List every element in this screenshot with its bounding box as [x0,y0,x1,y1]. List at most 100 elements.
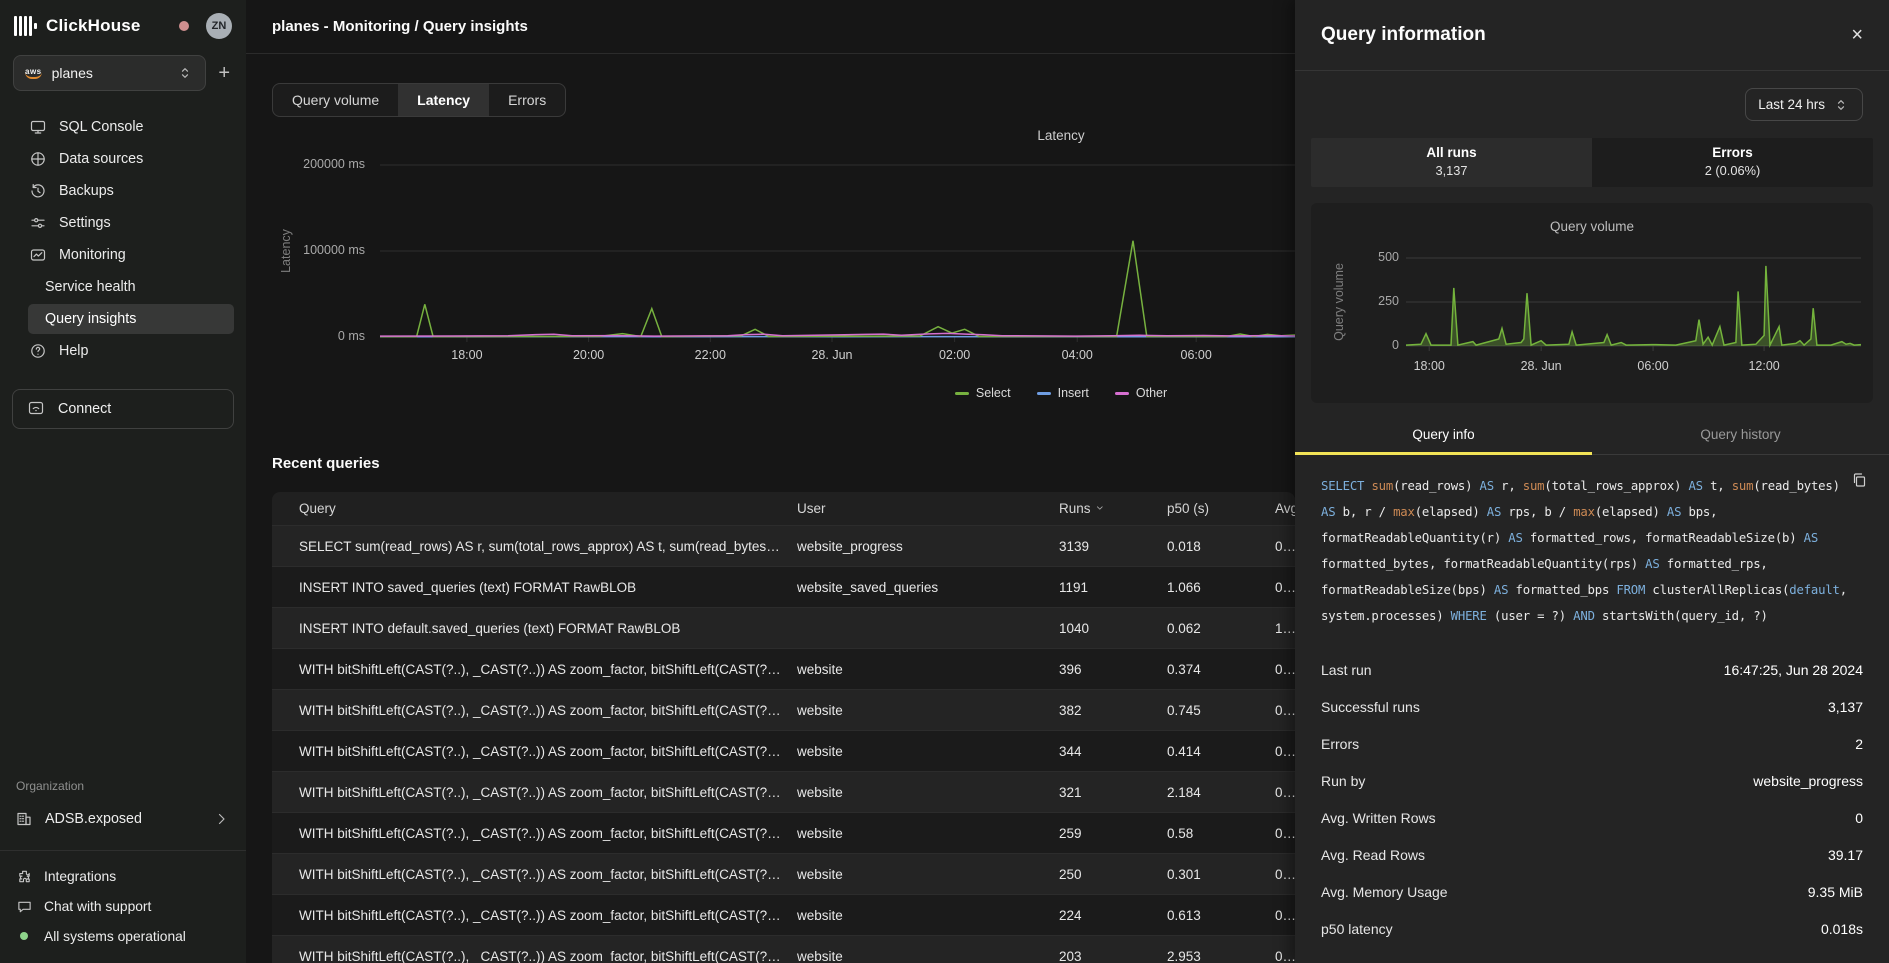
y-axis-label: Latency [279,229,293,273]
legend-item-other[interactable]: Other [1115,386,1167,400]
sidebar-item-query-insights[interactable]: Query insights [28,304,234,334]
summary-tab-all-runs[interactable]: All runs3,137 [1311,138,1592,187]
tab-latency[interactable]: Latency [398,84,489,116]
console-icon [30,119,47,136]
legend-item-select[interactable]: Select [955,386,1011,400]
cell-p50: 0.613 [1167,908,1275,923]
cell-p50: 2.184 [1167,785,1275,800]
cell-runs: 224 [1059,908,1167,923]
sidebar-item-label: Data sources [59,151,143,167]
avatar[interactable]: ZN [206,13,232,39]
y-tick-label: 0 ms [338,329,365,343]
cell-query: SELECT sum(read_rows) AS r, sum(total_ro… [299,539,797,554]
cell-runs: 203 [1059,949,1167,963]
column-header-runs[interactable]: Runs [1059,501,1167,516]
connect-button[interactable]: Connect [12,389,234,429]
table-row[interactable]: INSERT INTO default.saved_queries (text)… [272,607,1295,648]
table-row[interactable]: WITH bitShiftLeft(CAST(?..), _CAST(?..))… [272,853,1295,894]
x-tick-label: 06:00 [1156,348,1236,362]
column-header-label: Avg. [1275,501,1295,516]
table-row[interactable]: WITH bitShiftLeft(CAST(?..), _CAST(?..))… [272,648,1295,689]
cell-p50: 0.018 [1167,539,1275,554]
backups-icon [30,183,47,200]
cell-avg: 0 [1275,867,1295,882]
footer-item-chat-with-support[interactable]: Chat with support [0,891,246,921]
cell-user: website [797,867,1059,882]
cell-user: website [797,949,1059,963]
stat-label: Avg. Written Rows [1321,810,1436,826]
status-dot-icon [20,932,28,940]
stat-row-avg-read-rows: Avg. Read Rows39.17 [1321,836,1863,873]
legend-label: Insert [1058,386,1089,400]
summary-tab-label: All runs [1311,145,1592,160]
sidebar-item-settings[interactable]: Settings [0,207,246,239]
sql-block: SELECT sum(read_rows) AS r, sum(total_ro… [1295,455,1889,629]
service-selector[interactable]: aws planes [13,55,206,91]
column-header-p50-s-: p50 (s) [1167,501,1275,516]
cell-query: WITH bitShiftLeft(CAST(?..), _CAST(?..))… [299,785,797,800]
sidebar-item-label: Help [59,343,88,359]
sort-chevron-down-icon [1095,503,1106,514]
time-range-select[interactable]: Last 24 hrs [1745,88,1863,121]
x-tick-label: 06:00 [1613,359,1693,373]
stat-row-last-run: Last run 16:47:25, Jun 28 2024 [1321,651,1863,688]
table-row[interactable]: WITH bitShiftLeft(CAST(?..), _CAST(?..))… [272,771,1295,812]
cell-avg: 0 [1275,662,1295,677]
cell-avg: 1.15 [1275,621,1295,636]
table-row[interactable]: WITH bitShiftLeft(CAST(?..), _CAST(?..))… [272,894,1295,935]
sidebar-item-monitoring[interactable]: Monitoring [0,239,246,271]
sidebar-item-help[interactable]: Help [0,335,246,367]
cell-p50: 1.066 [1167,580,1275,595]
table-row[interactable]: WITH bitShiftLeft(CAST(?..), _CAST(?..))… [272,730,1295,771]
sidebar-item-backups[interactable]: Backups [0,175,246,207]
sidebar-item-sql-console[interactable]: SQL Console [0,111,246,143]
summary-tab-value: 2 (0.06%) [1592,163,1873,178]
copy-icon[interactable] [1851,471,1867,497]
table-row[interactable]: WITH bitShiftLeft(CAST(?..), _CAST(?..))… [272,935,1295,963]
main-header: planes - Monitoring / Query insights [246,0,1295,54]
table-row[interactable]: INSERT INTO saved_queries (text) FORMAT … [272,566,1295,607]
column-header-label: p50 (s) [1167,501,1209,516]
chat-icon [16,898,32,914]
stat-row-errors: Errors2 [1321,725,1863,762]
sidebar-item-service-health[interactable]: Service health [28,272,234,302]
stat-label: Last run [1321,662,1372,678]
sidebar-item-data-sources[interactable]: Data sources [0,143,246,175]
tab-query-history[interactable]: Query history [1592,427,1889,455]
tab-errors[interactable]: Errors [489,84,565,116]
x-tick-label: 04:00 [1037,348,1117,362]
organization-item[interactable]: ADSB.exposed [0,802,246,836]
tab-query-volume[interactable]: Query volume [273,84,398,116]
time-range-value: Last 24 hrs [1758,97,1825,112]
organization-name: ADSB.exposed [45,811,142,827]
footer-item-label: Integrations [44,869,116,884]
stat-value: 16:47:25, Jun 28 2024 [1724,662,1863,678]
chevron-updown-icon [1834,97,1850,113]
panel-header: Query information × [1295,0,1889,71]
stat-row-successful-runs: Successful runs3,137 [1321,688,1863,725]
table-header-row: QueryUserRunsp50 (s)Avg. [272,492,1295,525]
table-row[interactable]: WITH bitShiftLeft(CAST(?..), _CAST(?..))… [272,689,1295,730]
stat-label: Run by [1321,773,1365,789]
cell-p50: 0.58 [1167,826,1275,841]
sidebar-item-label: Service health [45,279,136,295]
add-service-button[interactable]: + [212,61,236,85]
close-icon[interactable]: × [1851,25,1863,45]
footer-item-integrations[interactable]: Integrations [0,861,246,891]
connect-label: Connect [58,401,111,417]
cell-avg: 0 [1275,744,1295,759]
tab-query-info[interactable]: Query info [1295,427,1592,455]
legend-item-insert[interactable]: Insert [1037,386,1089,400]
cell-user: website_saved_queries [797,580,1059,595]
cell-user: website [797,785,1059,800]
cell-user: website [797,744,1059,759]
footer-item-all-systems-operational[interactable]: All systems operational [0,921,246,951]
table-row[interactable]: SELECT sum(read_rows) AS r, sum(total_ro… [272,525,1295,566]
summary-tab-errors[interactable]: Errors2 (0.06%) [1592,138,1873,187]
cell-avg: 0 [1275,785,1295,800]
stat-label: p50 latency [1321,921,1393,937]
y-tick-label: 100000 ms [303,243,365,257]
stat-label: Avg. Memory Usage [1321,884,1448,900]
table-row[interactable]: WITH bitShiftLeft(CAST(?..), _CAST(?..))… [272,812,1295,853]
y-tick-label: 250 [1378,294,1399,308]
